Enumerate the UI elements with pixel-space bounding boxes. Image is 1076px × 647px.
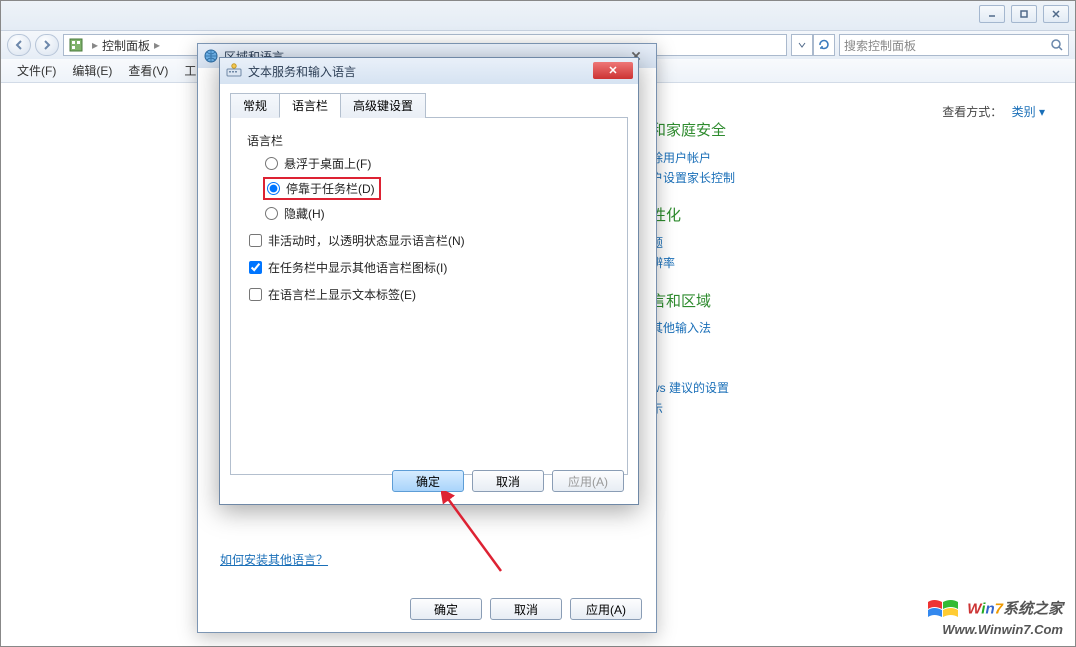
chevron-down-icon: ▾ bbox=[1039, 105, 1045, 119]
checkbox-input[interactable] bbox=[249, 261, 262, 274]
window-titlebar bbox=[1, 1, 1075, 31]
watermark-url: Www.Winwin7.Com bbox=[942, 622, 1063, 637]
keyboard-icon bbox=[226, 63, 242, 79]
search-icon bbox=[1050, 38, 1064, 55]
dialog-titlebar[interactable]: 文本服务和输入语言 ✕ bbox=[220, 58, 638, 84]
search-input[interactable]: 搜索控制面板 bbox=[839, 34, 1069, 56]
checkbox-input[interactable] bbox=[249, 288, 262, 301]
category-link[interactable]: 其他输入法 bbox=[651, 318, 735, 338]
group-label: 语言栏 bbox=[247, 132, 611, 149]
lang-apply-button[interactable]: 应用(A) bbox=[552, 470, 624, 492]
view-mode: 查看方式： 类别 ▾ bbox=[942, 103, 1045, 120]
region-ok-button[interactable]: 确定 bbox=[410, 598, 482, 620]
category-link[interactable]: 户设置家长控制 bbox=[651, 168, 735, 188]
control-panel-icon bbox=[68, 37, 84, 53]
category-heading[interactable]: 性化 bbox=[651, 202, 735, 231]
lang-ok-button[interactable]: 确定 bbox=[392, 470, 464, 492]
category-link[interactable]: ws 建议的设置 bbox=[651, 378, 735, 398]
dialog-title: 文本服务和输入语言 bbox=[248, 63, 356, 80]
chevron-right-icon: ▸ bbox=[88, 38, 102, 52]
checkbox-input[interactable] bbox=[249, 234, 262, 247]
chevron-right-icon: ▸ bbox=[150, 38, 164, 52]
refresh-button[interactable] bbox=[813, 34, 835, 56]
radio-input[interactable] bbox=[265, 157, 278, 170]
tab-general[interactable]: 常规 bbox=[230, 93, 280, 118]
minimize-button[interactable] bbox=[979, 5, 1005, 23]
window-close-button[interactable] bbox=[1043, 5, 1069, 23]
text-services-dialog: 文本服务和输入语言 ✕ 常规 语言栏 高级键设置 语言栏 悬浮于桌面上(F) 停… bbox=[219, 57, 639, 505]
globe-icon bbox=[204, 49, 218, 63]
tab-advanced-keys[interactable]: 高级键设置 bbox=[340, 93, 426, 118]
lang-cancel-button[interactable]: 取消 bbox=[472, 470, 544, 492]
back-button[interactable] bbox=[7, 34, 31, 56]
windows-flag-icon bbox=[926, 598, 960, 622]
category-heading[interactable]: 和家庭安全 bbox=[651, 117, 735, 146]
breadcrumb[interactable]: 控制面板 bbox=[102, 37, 150, 54]
category-heading[interactable]: 言和区域 bbox=[651, 288, 735, 317]
maximize-button[interactable] bbox=[1011, 5, 1037, 23]
region-apply-button[interactable]: 应用(A) bbox=[570, 598, 642, 620]
watermark: Win7Win7系统之家系统之家 Www.Winwin7.Com bbox=[926, 598, 1063, 638]
checkbox-transparent-inactive[interactable]: 非活动时，以透明状态显示语言栏(N) bbox=[249, 232, 611, 249]
checkbox-show-extra-icons[interactable]: 在任务栏中显示其他语言栏图标(I) bbox=[249, 259, 611, 276]
menu-file[interactable]: 文件(F) bbox=[9, 59, 64, 82]
dialog-close-button[interactable]: ✕ bbox=[593, 62, 633, 79]
tab-panel: 语言栏 悬浮于桌面上(F) 停靠于任务栏(D) 隐藏(H) 非活动时，以透明状态… bbox=[230, 117, 628, 475]
radio-dock-taskbar[interactable]: 停靠于任务栏(D) bbox=[267, 180, 375, 197]
radio-float-desktop[interactable]: 悬浮于桌面上(F) bbox=[265, 155, 611, 172]
region-cancel-button[interactable]: 取消 bbox=[490, 598, 562, 620]
tab-language-bar[interactable]: 语言栏 bbox=[279, 93, 341, 118]
how-install-languages-link[interactable]: 如何安装其他语言？ bbox=[220, 551, 328, 568]
category-link[interactable]: 辨率 bbox=[651, 253, 735, 273]
menu-view[interactable]: 查看(V) bbox=[120, 59, 176, 82]
radio-input[interactable] bbox=[265, 207, 278, 220]
view-mode-link[interactable]: 类别 bbox=[1012, 105, 1036, 119]
search-placeholder: 搜索控制面板 bbox=[844, 37, 916, 54]
radio-input[interactable] bbox=[267, 182, 280, 195]
category-list: 和家庭安全 除用户帐户 户设置家长控制 性化 题 辨率 言和区域 其他输入法 w… bbox=[651, 103, 735, 419]
checkbox-show-text-labels[interactable]: 在语言栏上显示文本标签(E) bbox=[249, 286, 611, 303]
tabstrip: 常规 语言栏 高级键设置 bbox=[230, 92, 628, 117]
highlight-box: 停靠于任务栏(D) bbox=[263, 177, 381, 200]
category-link[interactable]: 除用户帐户 bbox=[651, 148, 735, 168]
dropdown-button[interactable] bbox=[791, 34, 813, 56]
radio-hidden[interactable]: 隐藏(H) bbox=[265, 205, 611, 222]
category-link[interactable]: 示 bbox=[651, 399, 735, 419]
category-link[interactable]: 题 bbox=[651, 233, 735, 253]
forward-button[interactable] bbox=[35, 34, 59, 56]
menu-edit[interactable]: 编辑(E) bbox=[64, 59, 120, 82]
